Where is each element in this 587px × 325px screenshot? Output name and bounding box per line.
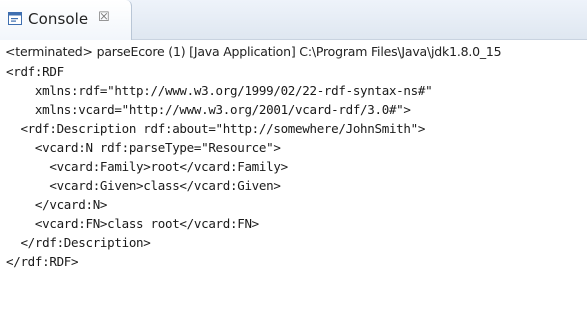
console-icon — [8, 12, 22, 25]
console-output-line: xmlns:vcard="http://www.w3.org/2001/vcar… — [6, 102, 411, 117]
console-output-line: <vcard:FN>class root</vcard:FN> — [6, 216, 259, 231]
console-output-line: </rdf:RDF> — [6, 254, 79, 269]
console-output-line: <vcard:N rdf:parseType="Resource"> — [6, 140, 281, 155]
console-output: <rdf:RDF xmlns:rdf="http://www.w3.org/19… — [6, 62, 433, 271]
console-tab[interactable]: Console ☒ — [0, 0, 132, 40]
close-icon[interactable]: ☒ — [98, 10, 110, 25]
console-status-line: <terminated> parseEcore (1) [Java Applic… — [5, 44, 502, 59]
console-output-line: <vcard:Given>class</vcard:Given> — [6, 178, 281, 193]
console-output-line: </vcard:N> — [6, 197, 108, 212]
console-output-line: <vcard:Family>root</vcard:Family> — [6, 159, 288, 174]
console-output-line: </rdf:Description> — [6, 235, 151, 250]
console-output-line: <rdf:RDF — [6, 64, 64, 79]
console-tab-label: Console — [28, 10, 89, 28]
view-tab-bar: Console ☒ — [0, 0, 587, 40]
console-output-line: <rdf:Description rdf:about="http://somew… — [6, 121, 426, 136]
console-output-line: xmlns:rdf="http://www.w3.org/1999/02/22-… — [6, 83, 433, 98]
